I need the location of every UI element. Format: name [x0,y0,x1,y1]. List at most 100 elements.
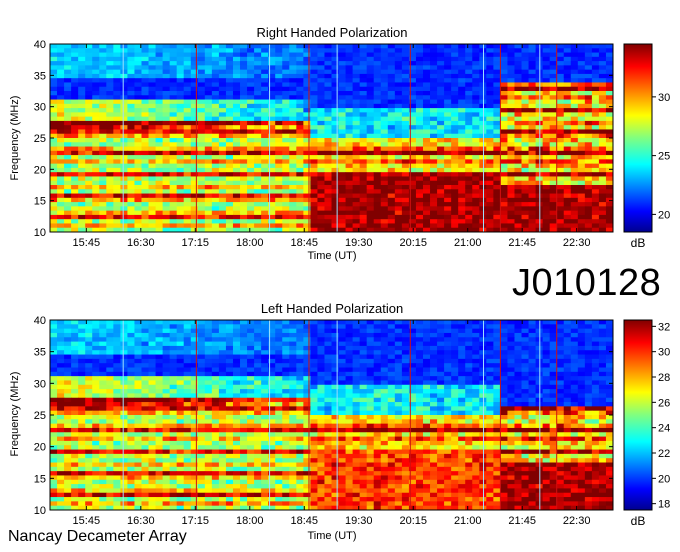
heatmap-cell [577,44,586,49]
heatmap-cell [563,61,572,66]
heatmap-cell [57,219,65,224]
heatmap-cell [113,389,121,394]
heatmap-cell [598,202,607,207]
heatmap-cell [500,133,508,139]
heatmap-cell [366,206,375,212]
heatmap-cell [401,206,410,212]
heatmap-cell [345,328,354,334]
heatmap-cell [64,180,72,186]
heatmap-cell [415,146,424,152]
heatmap-cell [549,172,558,177]
heatmap-cell [282,354,290,360]
heatmap-cell [148,133,156,139]
heatmap-cell [401,371,410,377]
heatmap-cell [317,142,325,147]
heatmap-cell [261,95,269,100]
heatmap-cell [584,142,593,147]
heatmap-cell [183,176,192,182]
heatmap-cell [85,172,93,177]
heatmap-cell [556,65,565,71]
heatmap-cell [127,99,135,105]
heatmap-cell [324,56,332,62]
heatmap-cell [570,363,579,368]
heatmap-cell [155,172,163,177]
heatmap-cell [542,223,551,229]
heatmap-cell [542,189,551,194]
heatmap-cell [387,223,396,229]
heatmap-cell [401,219,410,224]
heatmap-cell [85,138,93,143]
heatmap-cell [570,380,579,386]
heatmap-cell [507,155,515,160]
heatmap-cell [521,354,529,360]
heatmap-cell [584,78,593,83]
heatmap-cell [92,176,100,182]
heatmap-cell [507,376,515,381]
heatmap-cell [232,320,241,325]
heatmap-cell [225,202,234,207]
heatmap-cell [57,393,65,399]
heatmap-cell [92,167,100,173]
heatmap-cell [275,73,283,79]
heatmap-cell [169,52,178,58]
heatmap-cell [472,206,480,212]
heatmap-cell [197,214,206,220]
heatmap-cell [493,155,501,160]
heatmap-cell [64,52,72,58]
heatmap-cell [162,189,171,194]
heatmap-cell [71,155,79,160]
heatmap-cell [155,320,163,325]
heatmap-cell [169,163,178,169]
heatmap-cell [50,146,58,152]
heatmap-cell [197,328,206,334]
heatmap-cell [437,371,445,377]
heatmap-cell [85,73,93,79]
heatmap-cell [190,61,199,66]
heatmap-cell [254,120,262,126]
heatmap-cell [50,350,58,355]
heatmap-cell [345,65,354,71]
heatmap-cell [211,99,220,105]
heatmap-cell [422,345,431,351]
heatmap-cell [401,189,410,194]
heatmap-cell [261,129,269,135]
heatmap-cell [556,112,565,118]
heatmap-cell [71,214,79,220]
heatmap-cell [204,52,213,58]
heatmap-cell [500,210,508,216]
heatmap-cell [352,363,361,368]
heatmap-cell [240,133,248,139]
heatmap-cell [85,48,93,53]
heatmap-cell [380,159,389,165]
heatmap-cell [380,206,389,212]
heatmap-cell [162,52,171,58]
heatmap-cell [507,172,515,177]
heatmap-cell [577,159,586,165]
heatmap-cell [521,367,529,373]
heatmap-cell [359,193,368,199]
heatmap-cell [225,133,234,139]
heatmap-cell [240,193,248,199]
heatmap-cell [373,86,382,92]
heatmap-cell [247,155,255,160]
heatmap-cell [240,73,248,79]
heatmap-cell [134,337,142,342]
heatmap-cell [106,125,114,130]
heatmap-cell [85,202,93,207]
heatmap-cell [401,223,410,229]
heatmap-cell [92,185,100,190]
heatmap-cell [99,155,107,160]
heatmap-cell [514,142,522,147]
heatmap-cell [331,206,339,212]
heatmap-cell [289,172,297,177]
heatmap-cell [50,189,58,194]
heatmap-cell [113,206,121,212]
heatmap-cell [289,332,297,338]
heatmap-cell [148,56,156,62]
heatmap-cell [556,129,565,135]
heatmap-cell [352,61,361,66]
heatmap-cell [542,197,551,203]
heatmap-cell [247,167,255,173]
heatmap-cell [78,65,86,71]
heatmap-cell [78,206,86,212]
